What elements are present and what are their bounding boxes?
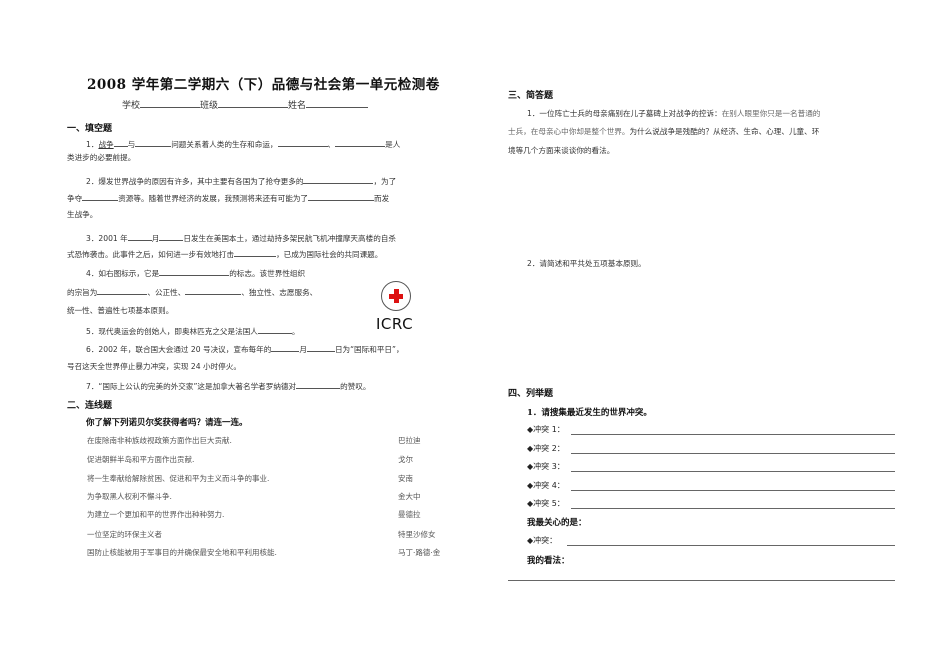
page-title: 2008 学年第二学期六（下）品德与社会第一单元检测卷: [87, 77, 440, 93]
view-label: 我的看法：: [527, 556, 570, 566]
question-4-end: 统一性、普遍性七项基本原则。: [67, 306, 174, 315]
question-6: 6．2002 年，联合国大会通过 20 号决议，宣布每年的月日为“国际和平日”，: [86, 345, 404, 354]
conflict-row: ◆冲突 3：: [527, 461, 565, 472]
question-2-cont: 争夺 资源等。随着世界经济的发展，我预测将来还有可能为了 而发: [67, 194, 390, 203]
conflict-answer-line[interactable]: [571, 489, 895, 491]
name-field[interactable]: [306, 99, 369, 108]
section-short-answer: 三、简答题: [508, 91, 554, 101]
question-3-cont: 式恐怖袭击。此事件之后，如何进一步有效地打击 ，已成为国际社会的共同课题。: [67, 250, 383, 259]
matching-row[interactable]: 为争取黑人权利不懈斗争. 金大中: [87, 491, 457, 502]
red-cross-emblem-icon: [381, 281, 411, 311]
matching-laureate: 特里沙修女: [398, 530, 436, 539]
sa-question-1: 1．一位阵亡士兵的母亲痛别在儿子墓碑上对战争的控诉：在别人眼里你只是一名普通的: [527, 109, 821, 118]
name-label: 姓名: [288, 101, 307, 111]
matching-laureate: 安南: [398, 474, 413, 483]
question-3: 3．2001 年月日发生在美国本土，通过劫持多架民航飞机冲撞摩天高楼的自杀: [86, 234, 396, 243]
student-info-row: 学校 班级 姓名: [122, 98, 369, 111]
section-fill-in: 一、填空题: [67, 124, 113, 134]
view-line[interactable]: [508, 580, 895, 581]
list-prompt: 1．请搜集最近发生的世界冲突。: [527, 408, 652, 418]
conflict-row: ◆冲突 2：: [527, 443, 565, 454]
matching-achievement: 在废除南非种族歧视政策方面作出巨大贡献.: [87, 436, 232, 445]
matching-prompt: 你了解下列诺贝尔奖获得者吗？请连一连。: [86, 418, 248, 428]
question-1-cont: 类进步的必要前提。: [67, 153, 136, 162]
question-1: 1．战争与问题关系着人类的生存和命运，、是人: [86, 140, 401, 149]
matching-achievement: 促进朝鲜半岛和平方面作出贡献.: [87, 455, 195, 464]
question-4-cont: 的宗旨为 、公正性、 、独立性、志愿服务、: [67, 288, 318, 297]
sa-question-1-end: 境等几个方面来谈谈你的看法。: [508, 146, 615, 155]
question-5: 5．现代奥运会的创始人，即奥林匹克之父是法国人。: [86, 327, 300, 336]
class-label: 班级: [200, 101, 219, 111]
care-label: 我最关心的是：: [527, 518, 587, 528]
care-conflict-row: ◆冲突：: [527, 535, 557, 546]
question-7: 7．“国际上公认的完美的外交家”这是加拿大著名学者罗纳德对 的赞叹。: [86, 382, 371, 391]
conflict-label: ◆冲突 4：: [527, 480, 565, 490]
conflict-answer-line[interactable]: [571, 471, 895, 472]
conflict-label: ◆冲突 1：: [527, 425, 565, 434]
care-conflict-label: ◆冲突：: [527, 536, 558, 545]
matching-laureate: 金大中: [398, 492, 421, 501]
question-6-cont: 号召这天全世界停止暴力冲突，实现 24 小时停火。: [67, 362, 241, 371]
conflict-answer-line[interactable]: [571, 434, 895, 435]
matching-achievement: 将一生奉献给解除贫困、促进和平为主义而斗争的事业.: [87, 474, 270, 483]
matching-row[interactable]: 国防止核能被用于军事目的并确保最安全地和平利用核能. 马丁·路德·金: [87, 547, 457, 558]
matching-laureate: 戈尔: [398, 455, 413, 464]
matching-achievement: 为建立一个更加和平的世界作出种种努力.: [87, 510, 225, 519]
conflict-label: ◆冲突 3：: [527, 462, 565, 471]
matching-row[interactable]: 将一生奉献给解除贫困、促进和平为主义而斗争的事业. 安南: [87, 473, 457, 484]
sa-question-1-cont: 士兵，在母亲心中你却是整个世界。为什么说战争是残酷的？从经济、生命、心理、儿童、…: [508, 127, 820, 136]
conflict-row: ◆冲突 1：: [527, 424, 565, 435]
matching-achievement: 一位坚定的环保主义者: [87, 530, 162, 539]
class-field[interactable]: [218, 99, 289, 108]
matching-row[interactable]: 在废除南非种族歧视政策方面作出巨大贡献. 巴拉迪: [87, 435, 457, 446]
school-field[interactable]: [140, 99, 201, 108]
conflict-label: ◆冲突 5：: [527, 499, 565, 508]
matching-achievement: 国防止核能被用于军事目的并确保最安全地和平利用核能.: [87, 548, 277, 557]
matching-row[interactable]: 一位坚定的环保主义者 特里沙修女: [87, 529, 457, 540]
matching-laureate: 巴拉迪: [398, 436, 421, 445]
question-4: 4．如右图标示，它是 的标志。该世界性组织: [86, 269, 306, 278]
section-matching: 二、连线题: [67, 401, 113, 411]
care-conflict-line[interactable]: [567, 545, 895, 546]
question-2: 2．爆发世界战争的原因有许多，其中主要有各国为了抢夺更多的 ，为了: [86, 177, 397, 186]
conflict-answer-line[interactable]: [571, 508, 895, 509]
matching-laureate: 曼德拉: [398, 510, 421, 519]
matching-row[interactable]: 促进朝鲜半岛和平方面作出贡献. 戈尔: [87, 454, 457, 465]
conflict-label: ◆冲突 2：: [527, 443, 565, 453]
question-2-end: 生战争。: [67, 210, 98, 219]
icrc-logo: [381, 281, 411, 311]
icrc-caption: ICRC: [376, 315, 414, 333]
sa-question-2: 2．请简述和平共处五项基本原则。: [527, 259, 646, 268]
school-label: 学校: [122, 101, 141, 111]
conflict-answer-line[interactable]: [571, 452, 895, 454]
conflict-row: ◆冲突 4：: [527, 480, 565, 491]
section-list: 四、列举题: [508, 389, 554, 399]
conflict-row: ◆冲突 5：: [527, 498, 565, 509]
matching-row[interactable]: 为建立一个更加和平的世界作出种种努力. 曼德拉: [87, 509, 457, 520]
matching-laureate: 马丁·路德·金: [398, 548, 441, 557]
matching-achievement: 为争取黑人权利不懈斗争.: [87, 492, 172, 501]
